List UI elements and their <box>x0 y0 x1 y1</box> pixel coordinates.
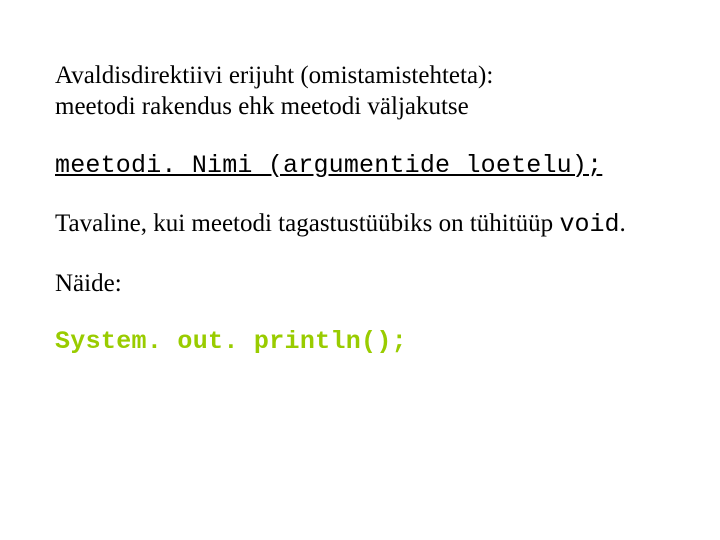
example-code: System. out. println(); <box>55 327 665 356</box>
body-period: . <box>619 210 625 237</box>
title-line-2: meetodi rakendus ehk meetodi väljakutse <box>55 93 469 120</box>
syntax-pattern: meetodi. Nimi (argumentide loetelu); <box>55 151 665 180</box>
slide-content: Avaldisdirektiivi erijuht (omistamisteht… <box>0 0 720 540</box>
body-paragraph: Tavaline, kui meetodi tagastustüübiks on… <box>55 208 665 240</box>
example-label: Näide: <box>55 268 665 299</box>
void-keyword: void <box>559 210 619 239</box>
title-line-1: Avaldisdirektiivi erijuht (omistamisteht… <box>55 62 493 89</box>
body-text: Tavaline, kui meetodi tagastustüübiks on… <box>55 210 559 237</box>
slide-title: Avaldisdirektiivi erijuht (omistamisteht… <box>55 60 665 123</box>
